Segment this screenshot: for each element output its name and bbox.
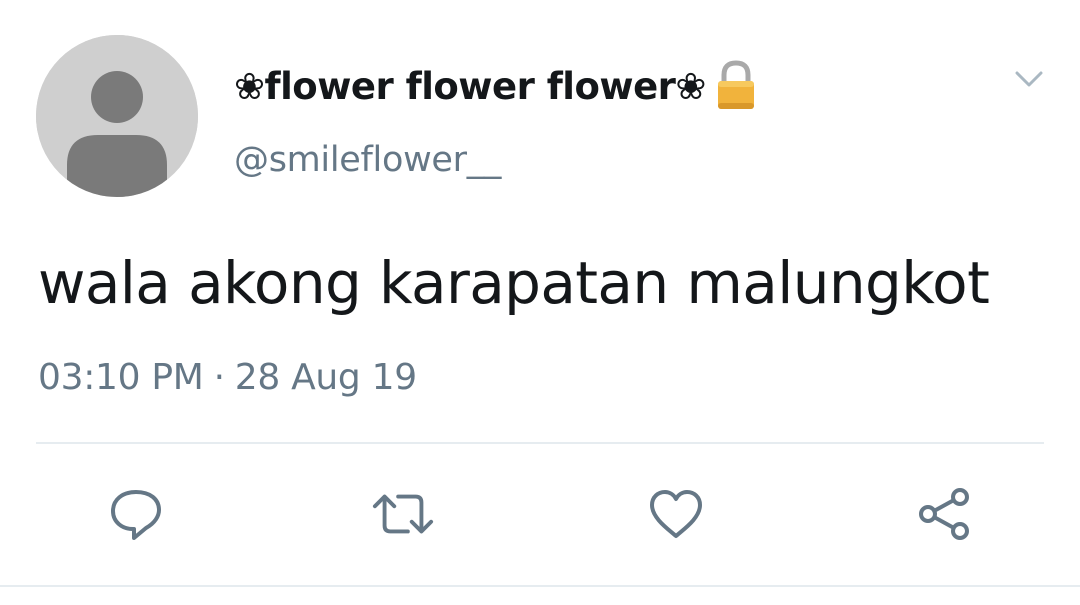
like-button[interactable] xyxy=(644,482,708,546)
meta-separator: · xyxy=(213,357,225,398)
display-name-row: ❀flower flower flower❀ xyxy=(234,58,758,114)
tweet-timestamp: 03:10 PM · 28 Aug 19 xyxy=(38,357,417,398)
tweet-date: 28 Aug 19 xyxy=(234,357,417,398)
lock-icon xyxy=(714,59,758,113)
share-icon xyxy=(919,488,969,540)
heart-icon xyxy=(650,490,702,538)
display-name[interactable]: ❀flower flower flower❀ xyxy=(234,65,706,108)
default-avatar-icon xyxy=(36,35,198,197)
avatar[interactable] xyxy=(36,35,198,197)
retweet-button[interactable] xyxy=(371,482,435,546)
reply-button[interactable] xyxy=(104,482,168,546)
tweet-text: wala akong karapatan malungkot xyxy=(38,249,990,317)
share-button[interactable] xyxy=(912,482,976,546)
tweet-time: 03:10 PM xyxy=(38,357,204,398)
tweet-card: ❀flower flower flower❀ @smileflower__ wa… xyxy=(0,0,1080,605)
bottom-divider xyxy=(0,585,1080,587)
retweet-icon xyxy=(372,494,434,534)
user-handle[interactable]: @smileflower__ xyxy=(234,140,501,180)
reply-icon xyxy=(111,490,161,540)
divider xyxy=(36,442,1044,444)
chevron-down-icon[interactable] xyxy=(1012,62,1046,96)
